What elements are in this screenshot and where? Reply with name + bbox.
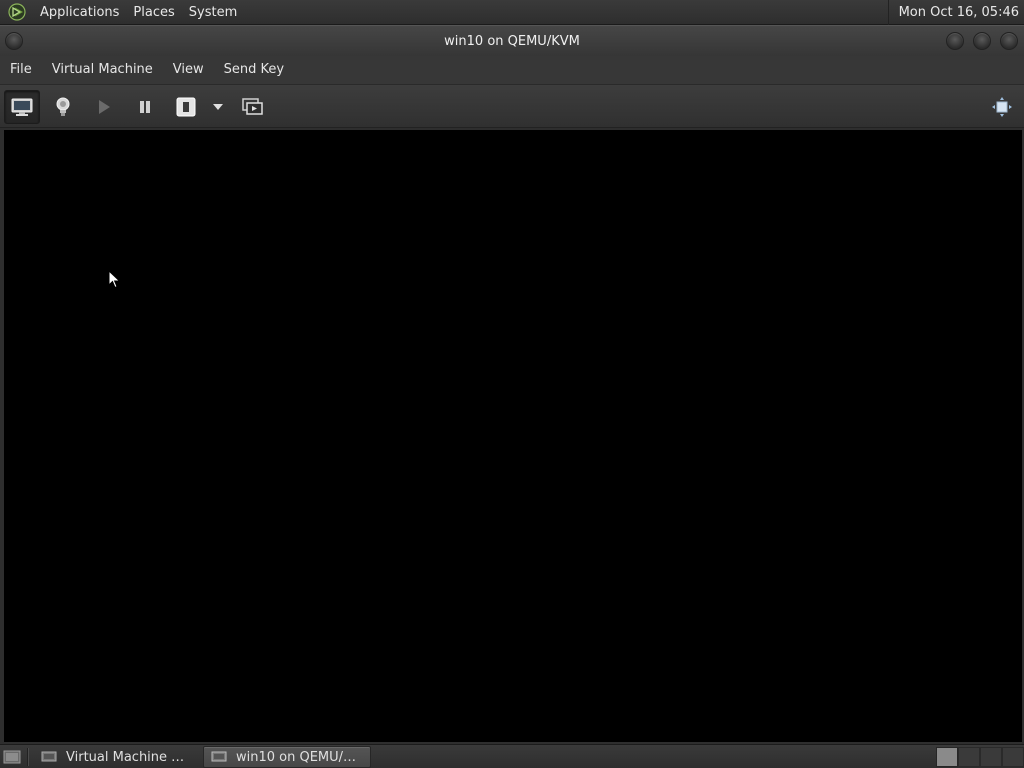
menu-view[interactable]: View	[163, 56, 214, 84]
details-button[interactable]	[45, 90, 81, 124]
workspace-4[interactable]	[1002, 747, 1024, 767]
window-menu-icon[interactable]	[5, 32, 23, 50]
console-frame	[0, 128, 1024, 744]
window-title: win10 on QEMU/KVM	[444, 33, 580, 49]
shutdown-dropdown-button[interactable]	[203, 90, 233, 124]
toolbar	[0, 84, 1024, 128]
shutdown-button[interactable]	[168, 90, 204, 124]
fullscreen-button[interactable]	[984, 90, 1020, 124]
mouse-cursor-icon	[108, 270, 121, 289]
lightbulb-details-icon	[56, 97, 70, 116]
close-icon[interactable]	[1000, 32, 1018, 50]
menu-file[interactable]: File	[0, 56, 42, 84]
vm-console-display[interactable]	[4, 130, 1022, 742]
snapshots-icon	[242, 98, 263, 115]
panel-clock[interactable]: Mon Oct 16, 05:46	[887, 0, 1024, 25]
run-button[interactable]	[86, 90, 122, 124]
minimize-icon[interactable]	[946, 32, 964, 50]
play-icon	[99, 100, 110, 114]
show-desktop-button[interactable]	[2, 748, 22, 766]
console-button[interactable]	[4, 90, 40, 124]
dropdown-arrow-icon	[213, 104, 223, 110]
show-desktop-icon	[3, 750, 21, 764]
task-label: win10 on QEMU/KVM	[236, 749, 364, 765]
workspace-3[interactable]	[980, 747, 1002, 767]
workspace-1[interactable]	[936, 747, 958, 767]
snapshots-button[interactable]	[235, 90, 271, 124]
console-monitor-icon	[11, 98, 33, 116]
pause-button[interactable]	[127, 90, 163, 124]
workspace-2[interactable]	[958, 747, 980, 767]
vm-console-icon	[210, 750, 228, 764]
bottom-panel: Virtual Machine Man… win10 on QEMU/KVM	[0, 744, 1024, 768]
maximize-icon[interactable]	[973, 32, 991, 50]
menu-bar: File Virtual Machine View Send Key	[0, 56, 1024, 84]
taskbar-separator	[27, 748, 29, 766]
task-label: Virtual Machine Man…	[66, 749, 194, 765]
task-win10-console[interactable]: win10 on QEMU/KVM	[203, 746, 371, 768]
pause-icon	[140, 101, 150, 113]
top-panel: Applications Places System Mon Oct 16, 0…	[0, 0, 1024, 25]
menu-send-key[interactable]: Send Key	[214, 56, 294, 84]
window-titlebar[interactable]: win10 on QEMU/KVM	[0, 25, 1024, 56]
distro-logo-icon[interactable]	[7, 2, 27, 22]
menu-virtual-machine[interactable]: Virtual Machine	[42, 56, 163, 84]
fullscreen-icon	[992, 97, 1012, 117]
applications-menu[interactable]: Applications	[33, 0, 126, 25]
system-menu[interactable]: System	[182, 0, 244, 25]
places-menu[interactable]: Places	[126, 0, 181, 25]
task-virtual-machine-manager[interactable]: Virtual Machine Man…	[34, 746, 200, 768]
power-off-icon	[176, 97, 196, 117]
vm-manager-icon	[40, 750, 58, 764]
